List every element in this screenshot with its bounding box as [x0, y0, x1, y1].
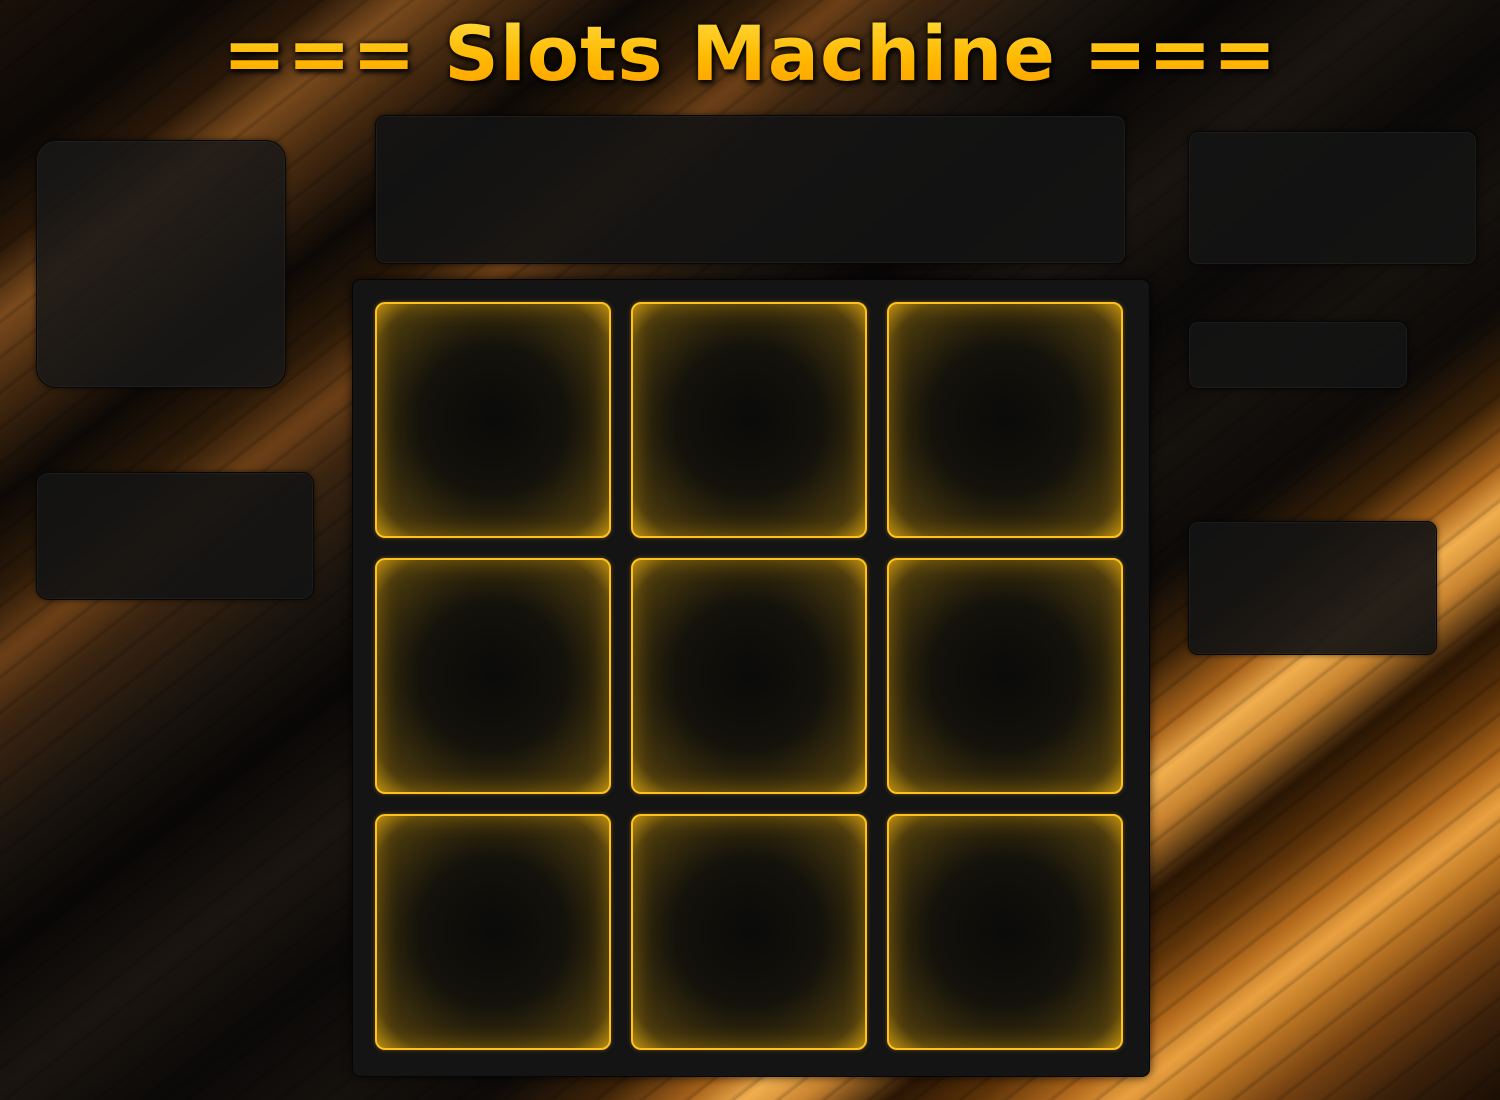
reel-symbol: [633, 304, 865, 536]
reel-symbol: [889, 304, 1121, 536]
reel-cell-3[interactable]: [887, 302, 1123, 538]
reel-symbol: [377, 816, 609, 1048]
right-middle-panel[interactable]: [1188, 321, 1408, 389]
reel-symbol: [889, 816, 1121, 1048]
reel-cell-7[interactable]: [375, 814, 611, 1050]
right-lower-panel[interactable]: [1188, 521, 1437, 655]
reel-cell-8[interactable]: [631, 814, 867, 1050]
reel-cell-9[interactable]: [887, 814, 1123, 1050]
reel-symbol: [889, 560, 1121, 792]
reel-cell-4[interactable]: [375, 558, 611, 794]
right-upper-panel: [1188, 131, 1477, 265]
reel-cell-5[interactable]: [631, 558, 867, 794]
left-lower-panel: [36, 472, 314, 600]
reel-symbol: [377, 304, 609, 536]
reel-symbol: [377, 560, 609, 792]
message-panel: [375, 115, 1126, 264]
left-upper-panel: [36, 140, 286, 388]
reel-cell-6[interactable]: [887, 558, 1123, 794]
reel-symbol: [633, 816, 865, 1048]
reel-symbol: [633, 560, 865, 792]
reel-cell-1[interactable]: [375, 302, 611, 538]
reel-cell-2[interactable]: [631, 302, 867, 538]
game-title: === Slots Machine ===: [0, 4, 1500, 104]
reel-board: [352, 279, 1150, 1077]
